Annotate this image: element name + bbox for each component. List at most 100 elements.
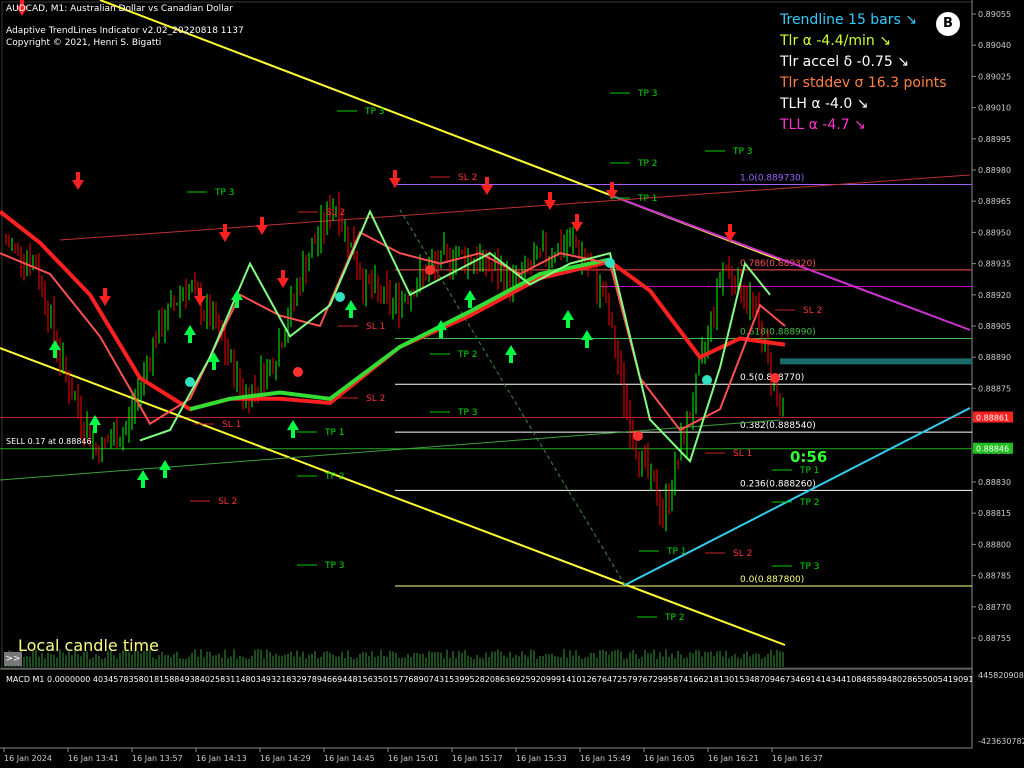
y-tick-label: 0.88935 [978, 260, 1011, 269]
y-tick-label: 0.88800 [978, 540, 1011, 549]
tp-label: TP 3 [214, 188, 235, 198]
lower-channel-line [0, 347, 786, 646]
tp-label: TP 2 [664, 613, 685, 623]
local-time-toggle-button[interactable]: >> [4, 652, 22, 666]
chart-title: AUDCAD, M1: Australian Dollar vs Canadia… [6, 4, 233, 14]
y-tick-label: 0.88980 [978, 166, 1011, 175]
y-tick-label: 0.88755 [978, 634, 1011, 643]
stat-line: Trendline 15 bars ↘ [780, 12, 917, 28]
x-tick-label: 16 Jan 15:49 [580, 754, 631, 763]
y-tick-label: 0.88875 [978, 384, 1011, 393]
sl-label: SL 1 [366, 322, 385, 332]
sell-arrow [544, 192, 556, 210]
signal-dot [605, 258, 615, 268]
sl-label: SL 1 [222, 420, 241, 430]
tlh-trendline [624, 407, 971, 586]
price-label: 0.88846 [976, 445, 1009, 454]
buy-arrow [49, 340, 61, 358]
tp-label: TP 3 [799, 562, 820, 572]
y-tick-label: 0.88965 [978, 197, 1011, 206]
y-tick-label: 0.88905 [978, 322, 1011, 331]
buy-arrow [505, 345, 517, 363]
fib-level-label: 1.0(0.889730) [740, 174, 804, 184]
signal-dot [633, 431, 643, 441]
sell-arrow [99, 288, 111, 306]
tp-label: TP 3 [324, 561, 345, 571]
y-tick-label: 0.89040 [978, 41, 1011, 50]
sell-arrow [389, 170, 401, 188]
tp-label: TP 3 [457, 408, 478, 418]
stat-line: TLL α -4.7 ↘ [780, 117, 866, 133]
sl-label: SL 2 [326, 208, 345, 218]
tp-label: TP 2 [637, 159, 658, 169]
sl-label: SL 2 [803, 306, 822, 316]
sell-order-label: SELL 0.17 at 0.88846 [6, 437, 92, 446]
x-tick-label: 16 Jan 15:17 [452, 754, 503, 763]
y-tick-label: 0.88920 [978, 291, 1011, 300]
buy-arrow [184, 325, 196, 343]
y-tick-label: 0.89010 [978, 104, 1011, 113]
y-tick-label: 0.88830 [978, 478, 1011, 487]
local-candle-time-label: Local candle time [18, 636, 159, 655]
x-tick-label: 16 Jan 15:33 [516, 754, 567, 763]
signal-dot [185, 377, 195, 387]
sl-label: SL 2 [458, 173, 477, 183]
y-tick-label: 0.88950 [978, 228, 1011, 237]
x-tick-label: 16 Jan 14:29 [260, 754, 311, 763]
buy-arrow [159, 460, 171, 478]
candle-timer: 0:56 [790, 448, 828, 466]
y-tick-label: 0.89025 [978, 72, 1011, 81]
sl-label: SL 2 [366, 394, 385, 404]
sl-label: SL 2 [733, 549, 752, 559]
x-tick-label: 16 Jan 2024 [4, 754, 52, 763]
sell-arrow [194, 288, 206, 306]
x-tick-label: 16 Jan 16:05 [644, 754, 695, 763]
copyright: Copyright © 2021, Henri S. Bigatti [6, 38, 162, 48]
sell-arrow [72, 172, 84, 190]
stat-line: Tlr accel δ -0.75 ↘ [780, 54, 909, 70]
sell-arrow [256, 217, 268, 235]
x-tick-label: 16 Jan 15:01 [388, 754, 439, 763]
signal-dot [425, 265, 435, 275]
tp-label: TP 1 [324, 428, 345, 438]
buy-arrow [287, 420, 299, 438]
x-tick-label: 16 Jan 16:37 [772, 754, 823, 763]
fib-level-label: 0.0(0.887800) [740, 575, 804, 585]
tp-label: TP 3 [364, 107, 385, 117]
sell-arrow [219, 224, 231, 242]
stat-line: Tlr stddev σ 16.3 points [780, 75, 947, 91]
ma-fast-red [0, 231, 786, 432]
x-tick-label: 16 Jan 13:41 [68, 754, 119, 763]
indicator-name: Adaptive TrendLines Indicator v2.02_2022… [6, 26, 244, 36]
x-tick-label: 16 Jan 14:13 [196, 754, 247, 763]
tp-label: TP 2 [799, 498, 820, 508]
sl-label: SL 1 [733, 449, 752, 459]
y-tick-label: 0.89055 [978, 10, 1011, 19]
signal-dot [335, 292, 345, 302]
stat-line: Tlr α -4.4/min ↘ [780, 33, 891, 49]
x-tick-label: 16 Jan 14:45 [324, 754, 375, 763]
teal-zone [780, 358, 972, 365]
y-tick-label: 0.88995 [978, 135, 1011, 144]
broker-logo: B [936, 12, 960, 36]
buy-arrow [137, 470, 149, 488]
y-tick-label: 0.88785 [978, 572, 1011, 581]
signal-dot [702, 375, 712, 385]
ma-slow-green [189, 257, 611, 412]
buy-arrow [208, 352, 220, 370]
signal-dot [770, 373, 780, 383]
buy-arrow [345, 300, 357, 318]
buy-arrow [464, 290, 476, 308]
x-tick-label: 16 Jan 13:57 [132, 754, 183, 763]
tp-label: TP 3 [637, 89, 658, 99]
buy-arrow [581, 330, 593, 348]
tp-label: TP 3 [732, 147, 753, 157]
tp-label: TP 2 [457, 350, 478, 360]
macd-axis-label: -4236307821 [978, 737, 1024, 746]
tp-label: TP 1 [666, 547, 687, 557]
buy-arrow [562, 310, 574, 328]
sl-label: SL 2 [218, 497, 237, 507]
fib-level-label: 0.236(0.888260) [740, 479, 816, 489]
stat-line: TLH α -4.0 ↘ [780, 96, 869, 112]
tp-label: TP 2 [324, 472, 345, 482]
